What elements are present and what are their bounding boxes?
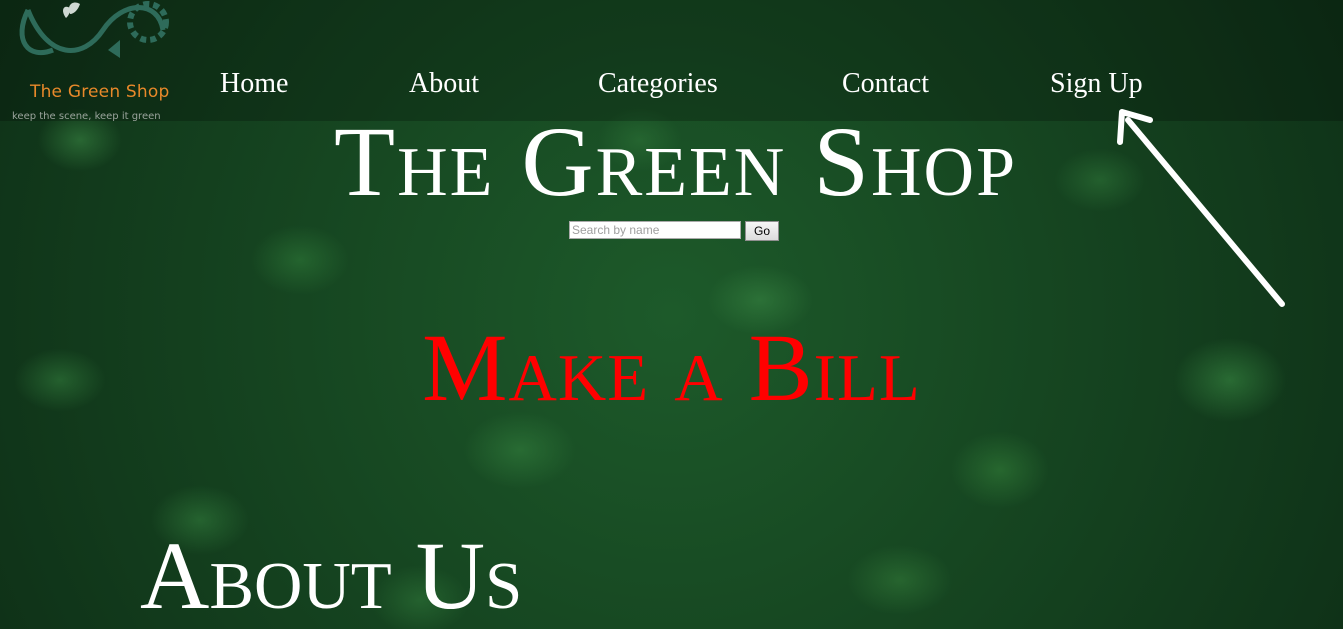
top-navbar: The Green Shop keep the scene, keep it g… (0, 0, 1343, 122)
site-logo[interactable]: The Green Shop keep the scene, keep it g… (8, 0, 198, 122)
nav-categories-link[interactable]: Categories (598, 68, 718, 100)
nav-about-link[interactable]: About (409, 68, 479, 100)
logo-name: The Green Shop (30, 82, 170, 102)
nav-home-link[interactable]: Home (220, 68, 288, 100)
infinity-leaf-gear-icon (19, 1, 169, 58)
arrow-icon (1117, 109, 1285, 307)
make-bill-link[interactable]: Make a Bill (0, 318, 1343, 418)
nav-contact-link[interactable]: Contact (842, 68, 929, 100)
nav-signup-link[interactable]: Sign Up (1050, 68, 1143, 100)
search-input[interactable] (569, 221, 741, 239)
go-button[interactable]: Go (745, 221, 779, 241)
about-us-heading: About Us (140, 522, 523, 629)
